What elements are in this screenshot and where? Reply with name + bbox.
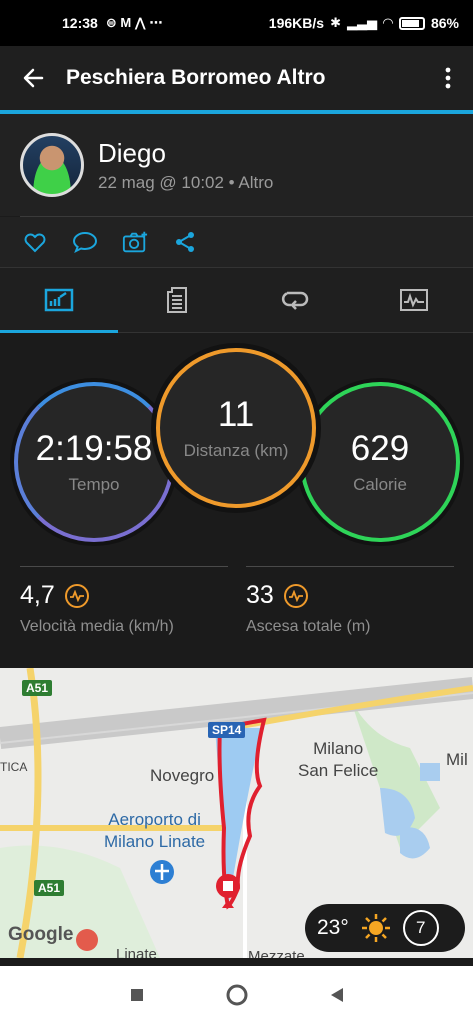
distance-ring: 11 Distanza (km) [156,348,316,508]
map-label-novegro: Novegro [150,766,215,785]
time-label: Tempo [68,475,120,494]
share-button[interactable] [172,229,198,255]
clock: 12:38 [62,15,98,31]
wind-compass-icon: 7 [402,910,439,946]
map-label-linate: Linate [116,946,157,958]
overview-chart-icon [44,288,74,312]
road-shield-a51: A51 [34,880,65,896]
tab-charts[interactable] [355,268,473,332]
map-label-san-felice: Milano San Felice [298,739,379,780]
system-nav-bar [0,966,473,1024]
map-label-tica: TICA [0,760,28,774]
distance-value: 11 [217,395,255,434]
overflow-menu-button[interactable] [423,46,473,110]
avg-speed-metric: 4,7 Velocità media (km/h) [20,566,228,636]
more-vert-icon [445,67,451,89]
google-logo: Google [8,924,74,945]
arrow-left-icon [23,68,44,88]
activity-date-type: 22 mag @ 10:02 • Altro [98,172,274,192]
summary-stats: 2:19:58 Tempo 629 Calorie 11 Distanza (k… [0,334,473,666]
back-nav-icon[interactable] [329,986,345,1004]
notification-icons: ⊜ M ⋀ ⋯ [105,15,163,30]
activity-map[interactable]: A51 A51 SP14 Milano San Felice Novegro A… [0,668,473,958]
camera-plus-icon [122,231,148,253]
calories-label: Calorie [353,475,407,494]
road-shield-a51: A51 [22,680,53,696]
map-label-mil: Mil [446,750,468,769]
ascent-value: 33 [246,581,274,609]
map-label-airport: Aeroporto di Milano Linate [104,810,206,851]
weather-pill[interactable]: 23° 7 [305,904,465,952]
home-icon[interactable] [225,983,249,1007]
status-bar: 12:38 ⊜ M ⋀ ⋯ 196KB/s ✱ ▂▃▅ ◠ 86% [0,0,473,46]
like-button[interactable] [22,229,48,255]
back-button[interactable] [0,46,66,110]
comment-icon [72,231,98,253]
calories-value: 629 [350,429,410,468]
time-value: 2:19:58 [35,429,153,468]
battery-percent: 86% [430,15,459,31]
tab-overview[interactable] [0,268,119,333]
app-bar: Peschiera Borromeo Altro [0,46,473,110]
sun-icon [361,914,390,942]
calories-ring: 629 Calorie [300,382,460,542]
distance-label: Distanza (km) [183,441,289,460]
laps-loop-icon [281,291,308,310]
tab-stats[interactable] [118,268,236,332]
signal-icon: ▂▃▅ [346,15,377,30]
battery-icon [398,16,425,30]
user-name[interactable]: Diego [98,138,273,169]
network-speed: 196KB/s [268,15,325,31]
avg-speed-value: 4,7 [20,581,55,609]
temperature: 23° [317,916,349,939]
graph-icon [399,289,428,311]
ascent-label: Ascesa totale (m) [246,618,371,635]
add-photo-button[interactable] [122,229,148,255]
recents-icon[interactable] [129,987,145,1003]
share-icon [176,232,194,252]
avg-speed-label: Velocità media (km/h) [20,618,174,635]
tab-laps[interactable] [237,268,355,332]
map-label-mezzate: Mezzate [248,948,305,958]
bluetooth-icon: ✱ [330,15,341,30]
activity-tabs [0,267,473,333]
activity-title: Peschiera Borromeo Altro [66,66,326,89]
avatar[interactable] [20,133,84,197]
pulse-chart-icon[interactable] [64,583,89,608]
profile-header: Diego 22 mag @ 10:02 • Altro [0,114,473,216]
heart-icon [24,233,46,253]
social-actions [0,217,473,267]
document-list-icon [167,287,188,313]
ascent-metric: 33 Ascesa totale (m) [246,566,454,636]
pulse-chart-icon[interactable] [283,583,308,608]
comment-button[interactable] [72,229,98,255]
wifi-icon: ◠ [382,15,393,30]
time-ring: 2:19:58 Tempo [14,382,174,542]
road-shield-sp14: SP14 [208,722,246,738]
wind-speed: 7 [416,918,426,937]
